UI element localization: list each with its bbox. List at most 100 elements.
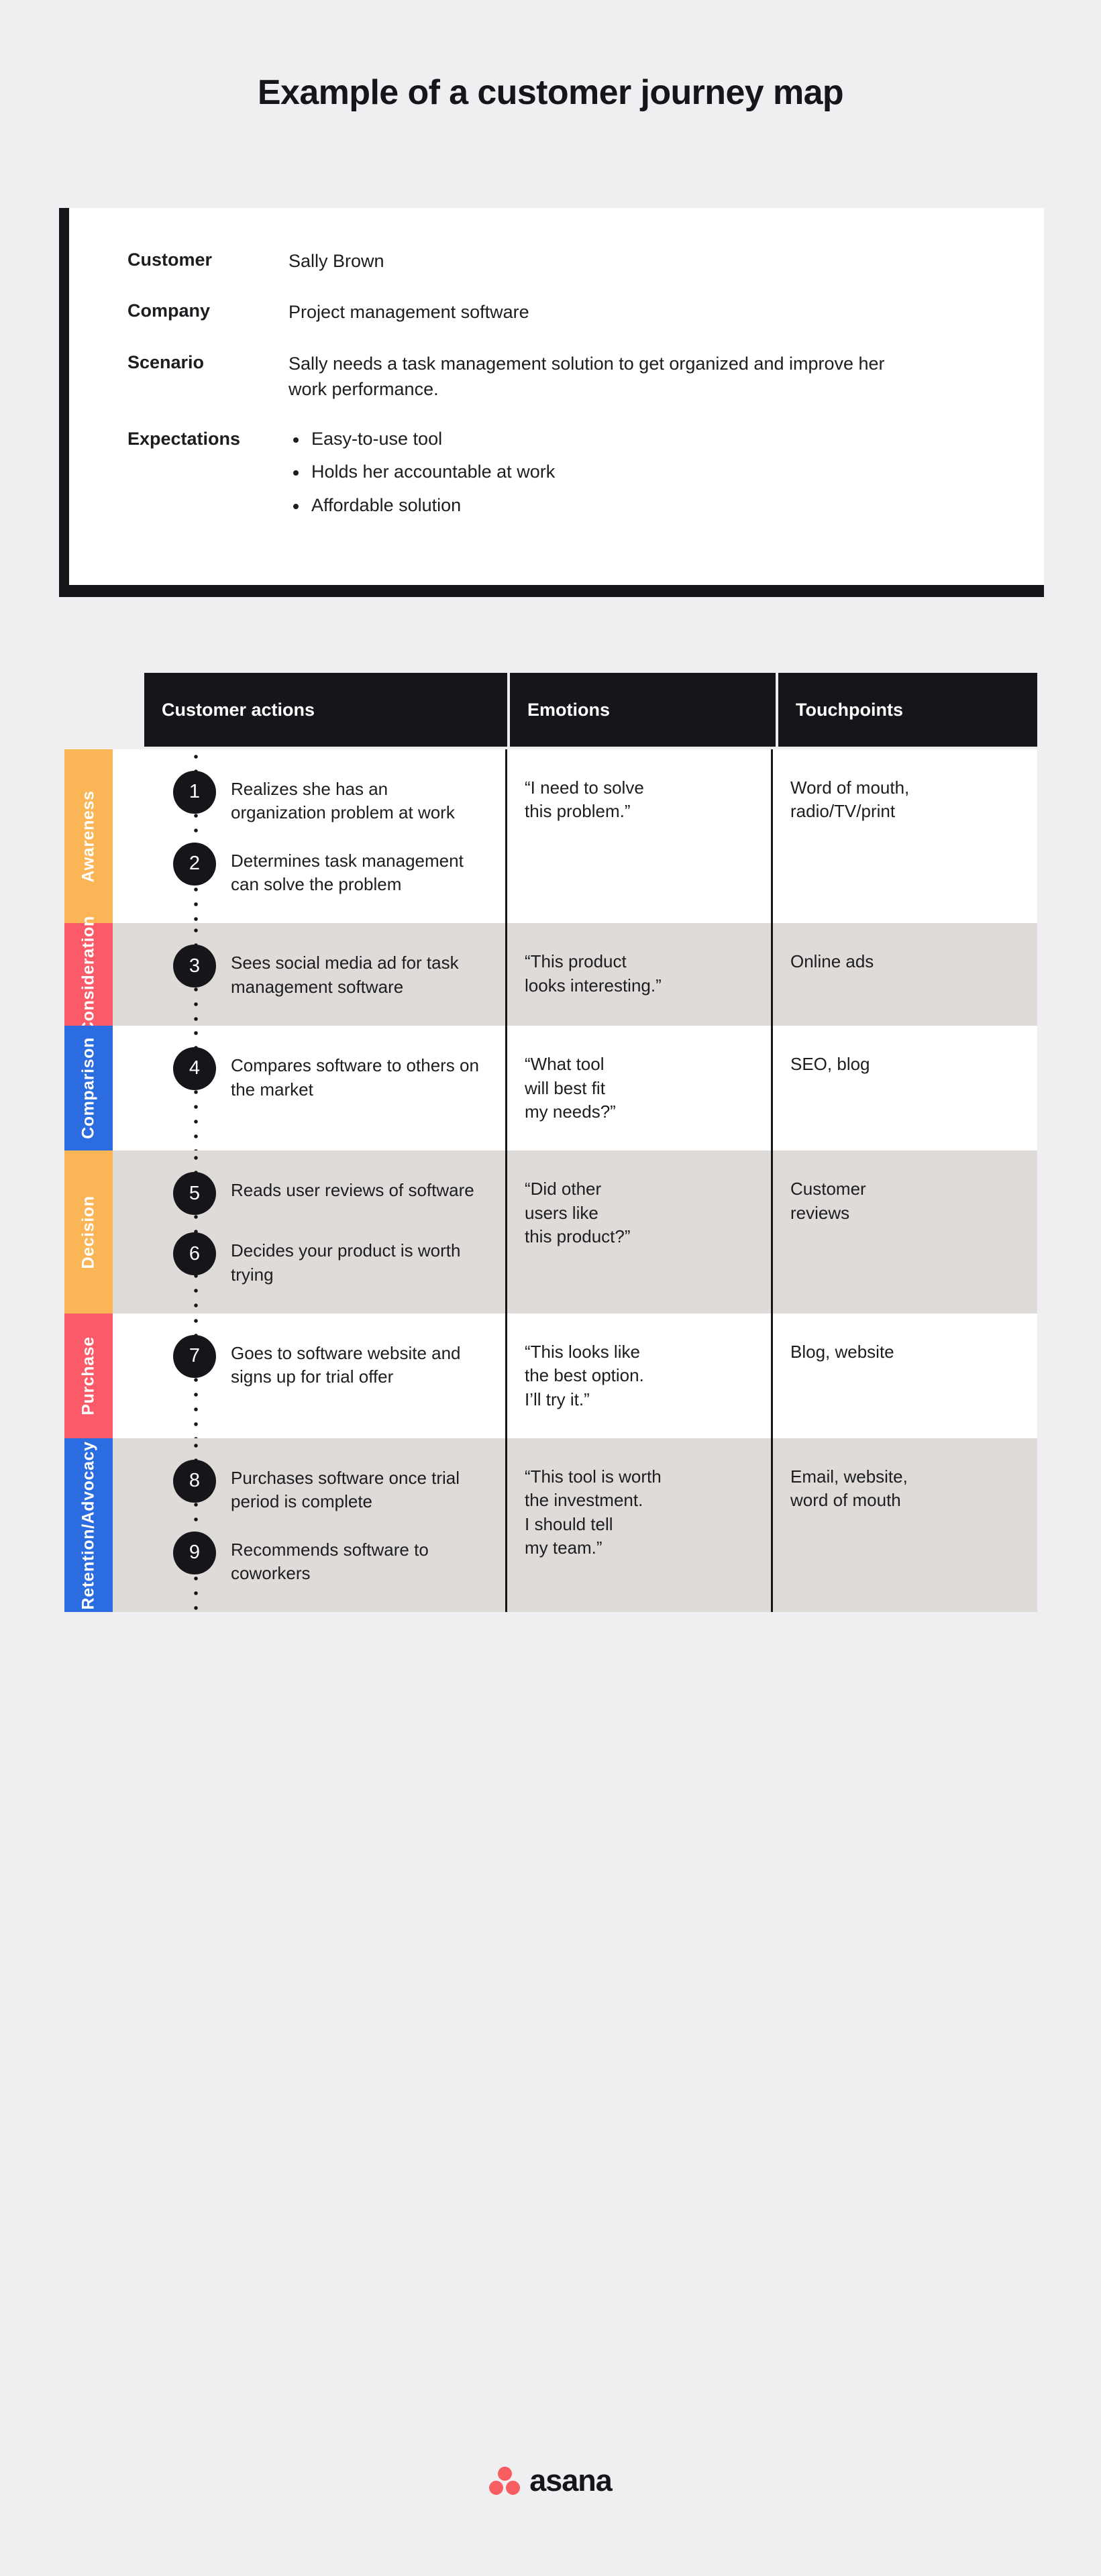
step-description: Determines task management can solve the…: [231, 850, 464, 895]
stage-cells: 7 Goes to software website and signs up f…: [113, 1313, 1037, 1439]
touchpoint-text: Blog, website: [790, 1341, 894, 1362]
cell-emotions: “Did other users like this product?”: [507, 1150, 773, 1313]
stage-label: Awareness: [78, 790, 98, 883]
journey-stage-row: Comparison 4 Compares software to others o…: [64, 1026, 1037, 1151]
persona-card: Customer Sally Brown Company Project man…: [59, 208, 1044, 597]
step-list: 1 Realizes she has an organization proble…: [130, 771, 485, 897]
persona-label-scenario: Scenario: [127, 352, 205, 372]
touchpoint-text: Online ads: [790, 951, 874, 972]
stage-cells: 5 Reads user reviews of software 6 Decides …: [113, 1150, 1037, 1313]
persona-row-customer: Customer Sally Brown: [127, 248, 1017, 274]
step-description: Reads user reviews of software: [231, 1180, 474, 1201]
persona-row-company: Company Project management software: [127, 299, 1017, 325]
step-number-badge: 8: [173, 1460, 216, 1503]
cell-customer-actions: 7 Goes to software website and signs up f…: [113, 1313, 507, 1439]
step-description: Decides your product is worth trying: [231, 1240, 461, 1285]
persona-label-customer: Customer: [127, 250, 213, 270]
cell-touchpoints: Online ads: [773, 923, 1037, 1026]
step-number-badge: 7: [173, 1334, 216, 1378]
step-description: Compares software to others on the marke…: [231, 1055, 479, 1099]
cell-touchpoints: SEO, blog: [773, 1026, 1037, 1150]
table-body: Awareness 1 Realizes she has an organizati…: [64, 749, 1037, 1613]
stage-label: Retention/Advocacy: [78, 1441, 98, 1610]
step-description: Goes to software website and signs up fo…: [231, 1342, 461, 1387]
step-list: 3 Sees social media ad for task managemen…: [130, 945, 485, 999]
emotion-quote: “This looks like the best option. I’ll t…: [525, 1341, 644, 1409]
persona-label-expectations: Expectations: [127, 429, 241, 449]
expectations-list: Easy-to-use tool Holds her accountable a…: [289, 427, 555, 517]
cell-emotions: “I need to solve this problem.”: [507, 749, 773, 924]
journey-stage-row: Awareness 1 Realizes she has an organizati…: [64, 749, 1037, 924]
cell-touchpoints: Email, website, word of mouth: [773, 1438, 1037, 1612]
stage-label: Purchase: [78, 1336, 98, 1415]
step-list: 5 Reads user reviews of software 6 Decides …: [130, 1172, 485, 1287]
emotion-quote: “This product looks interesting.”: [525, 951, 662, 996]
cell-customer-actions: 1 Realizes she has an organization proble…: [113, 749, 507, 924]
step-description: Sees social media ad for task management…: [231, 953, 459, 997]
persona-value-scenario: Sally needs a task management solution t…: [289, 353, 885, 399]
emotion-quote: “Did other users like this product?”: [525, 1179, 631, 1246]
column-header-emotions: Emotions: [510, 673, 776, 747]
journey-step: 2 Determines task management can solve th…: [130, 842, 485, 897]
cell-touchpoints: Word of mouth, radio/TV/print: [773, 749, 1037, 923]
stage-color-bar: Retention/Advocacy: [64, 1438, 113, 1613]
table-header-row: Customer actions Emotions Touchpoints: [144, 673, 1037, 747]
journey-step: 3 Sees social media ad for task managemen…: [130, 945, 485, 999]
stage-label: Comparison: [78, 1037, 98, 1140]
step-list: 7 Goes to software website and signs up f…: [130, 1334, 485, 1389]
cell-touchpoints: Customer reviews: [773, 1150, 1037, 1313]
page-title: Example of a customer journey map: [257, 73, 844, 112]
stage-label: Consideration: [78, 915, 98, 1034]
stage-label: Decision: [78, 1195, 98, 1269]
asana-dots-icon: [489, 2467, 521, 2495]
asana-logo: asana: [0, 2463, 1101, 2498]
step-number-badge: 6: [173, 1232, 216, 1276]
stage-color-bar: Comparison: [64, 1026, 113, 1151]
journey-step: 4 Compares software to others on the mark…: [130, 1047, 485, 1102]
cell-customer-actions: 4 Compares software to others on the mark…: [113, 1026, 507, 1151]
emotion-quote: “What tool will best fit my needs?”: [525, 1054, 616, 1122]
cell-customer-actions: 5 Reads user reviews of software 6 Decides …: [113, 1150, 507, 1313]
journey-step: 7 Goes to software website and signs up f…: [130, 1334, 485, 1389]
stage-cells: 1 Realizes she has an organization proble…: [113, 749, 1037, 924]
journey-stage-row: Purchase 7 Goes to software website and si…: [64, 1313, 1037, 1439]
persona-rows: Customer Sally Brown Company Project man…: [127, 248, 1017, 517]
expectation-item: Affordable solution: [289, 494, 555, 517]
touchpoint-text: Word of mouth, radio/TV/print: [790, 777, 910, 822]
journey-step: 9 Recommends software to coworkers: [130, 1531, 485, 1586]
step-list: 4 Compares software to others on the mark…: [130, 1047, 485, 1102]
stage-color-bar: Decision: [64, 1150, 113, 1313]
persona-value-customer: Sally Brown: [289, 251, 384, 271]
stage-cells: 4 Compares software to others on the mark…: [113, 1026, 1037, 1151]
cell-emotions: “This product looks interesting.”: [507, 923, 773, 1026]
cell-customer-actions: 3 Sees social media ad for task managemen…: [113, 923, 507, 1026]
step-number-badge: 3: [173, 945, 216, 988]
column-header-touchpoints: Touchpoints: [778, 673, 1037, 747]
journey-step: 8 Purchases software once trial period is…: [130, 1460, 485, 1514]
step-list: 8 Purchases software once trial period is…: [130, 1460, 485, 1586]
cell-customer-actions: 8 Purchases software once trial period is…: [113, 1438, 507, 1613]
stage-color-bar: Consideration: [64, 916, 113, 1034]
touchpoint-text: SEO, blog: [790, 1054, 870, 1075]
stage-color-bar: Purchase: [64, 1313, 113, 1439]
stage-cells: 3 Sees social media ad for task managemen…: [113, 923, 1037, 1026]
step-number-badge: 5: [173, 1172, 216, 1216]
step-description: Purchases software once trial period is …: [231, 1468, 460, 1512]
emotion-quote: “This tool is worth the investment. I sh…: [525, 1466, 662, 1558]
journey-stage-row: Decision 5 Reads user reviews of software 6…: [64, 1150, 1037, 1313]
cell-touchpoints: Blog, website: [773, 1313, 1037, 1438]
touchpoint-text: Email, website, word of mouth: [790, 1466, 908, 1511]
asana-wordmark: asana: [529, 2463, 613, 2498]
journey-step: 1 Realizes she has an organization proble…: [130, 771, 485, 825]
expectation-item: Holds her accountable at work: [289, 460, 555, 484]
expectation-item: Easy-to-use tool: [289, 427, 555, 451]
journey-step: 5 Reads user reviews of software: [130, 1172, 485, 1216]
stage-cells: 8 Purchases software once trial period is…: [113, 1438, 1037, 1613]
emotion-quote: “I need to solve this problem.”: [525, 777, 644, 822]
step-description: Realizes she has an organization problem…: [231, 779, 455, 823]
journey-stage-row: Retention/Advocacy 8 Purchases software on…: [64, 1438, 1037, 1613]
journey-stage-row: Consideration 3 Sees social media ad for t…: [64, 916, 1037, 1034]
step-number-badge: 4: [173, 1047, 216, 1091]
step-description: Recommends software to coworkers: [231, 1539, 429, 1584]
cell-emotions: “What tool will best fit my needs?”: [507, 1026, 773, 1151]
